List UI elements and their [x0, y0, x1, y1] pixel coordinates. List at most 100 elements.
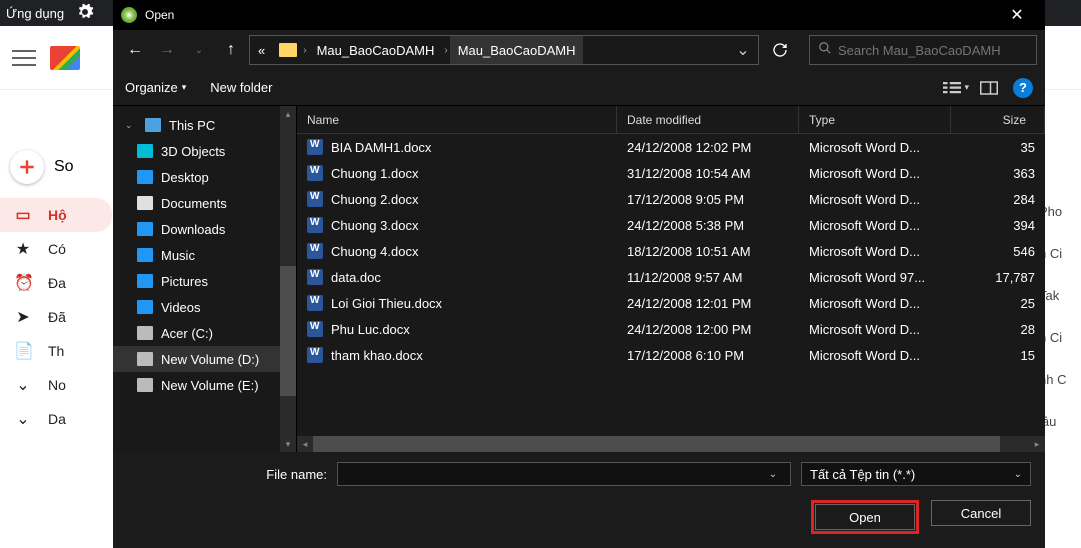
word-file-icon — [307, 321, 323, 337]
file-type-filter[interactable]: Tất cả Tệp tin (*.*) ⌄ — [801, 462, 1031, 486]
up-icon[interactable]: ↑ — [217, 36, 245, 64]
open-button[interactable]: Open — [815, 504, 915, 530]
back-icon[interactable]: ← — [121, 36, 149, 64]
file-row[interactable]: Chuong 3.docx24/12/2008 5:38 PMMicrosoft… — [297, 212, 1045, 238]
word-file-icon — [307, 139, 323, 155]
menu-icon[interactable] — [12, 50, 36, 66]
chevron-down-icon[interactable]: ▾ — [964, 82, 969, 93]
tree-item[interactable]: Acer (C:) — [113, 320, 296, 346]
tree-item-label: 3D Objects — [161, 144, 225, 159]
preview-pane-icon[interactable] — [979, 78, 999, 98]
scroll-right-icon[interactable]: ▸ — [1029, 439, 1045, 450]
file-row[interactable]: Phu Luc.docx24/12/2008 12:00 PMMicrosoft… — [297, 316, 1045, 342]
file-row[interactable]: tham khao.docx17/12/2008 6:10 PMMicrosof… — [297, 342, 1045, 368]
tree-item[interactable]: Documents — [113, 190, 296, 216]
chevron-right-icon[interactable]: › — [301, 45, 308, 56]
history-dropdown-icon[interactable]: ⌄ — [185, 36, 213, 64]
compose-button[interactable]: So — [10, 150, 112, 184]
close-icon[interactable]: ✕ — [997, 5, 1037, 25]
organize-menu[interactable]: Organize▾ — [125, 80, 186, 95]
gear-icon[interactable] — [76, 3, 94, 24]
breadcrumb-ellipsis[interactable]: « — [250, 36, 273, 64]
file-date: 18/12/2008 10:51 AM — [617, 244, 799, 259]
file-row[interactable]: Chuong 1.docx31/12/2008 10:54 AMMicrosof… — [297, 160, 1045, 186]
scroll-thumb[interactable] — [280, 266, 296, 396]
tree-item[interactable]: Videos — [113, 294, 296, 320]
file-row[interactable]: Chuong 2.docx17/12/2008 9:05 PMMicrosoft… — [297, 186, 1045, 212]
file-type: Microsoft Word D... — [799, 348, 951, 363]
filename-label: File name: — [127, 467, 327, 482]
chevron-right-icon[interactable]: › — [442, 45, 449, 56]
search-field[interactable] — [838, 43, 1028, 58]
tree-item-icon — [137, 274, 153, 288]
refresh-icon[interactable] — [763, 42, 797, 58]
horizontal-scrollbar[interactable]: ◂ ▸ — [297, 436, 1045, 452]
tree-item[interactable]: Pictures — [113, 268, 296, 294]
file-row[interactable]: BIA DAMH1.docx24/12/2008 12:02 PMMicroso… — [297, 134, 1045, 160]
tree-item[interactable]: 3D Objects — [113, 138, 296, 164]
tree-item[interactable]: New Volume (E:) — [113, 372, 296, 398]
column-size[interactable]: Size — [951, 106, 1045, 133]
word-file-icon — [307, 217, 323, 233]
file-type: Microsoft Word D... — [799, 322, 951, 337]
gmail-nav-item[interactable]: ★Có — [0, 232, 112, 266]
gmail-nav-item[interactable]: ▭Hộ — [0, 198, 112, 232]
file-row[interactable]: Chuong 4.docx18/12/2008 10:51 AMMicrosof… — [297, 238, 1045, 264]
view-options-icon[interactable] — [942, 78, 962, 98]
tree-item[interactable]: ⌄This PC — [113, 112, 296, 138]
file-size: 28 — [951, 322, 1045, 337]
dialog-titlebar[interactable]: Open ✕ — [113, 0, 1045, 30]
cancel-button[interactable]: Cancel — [931, 500, 1031, 526]
new-folder-button[interactable]: New folder — [210, 80, 272, 95]
word-file-icon — [307, 165, 323, 181]
file-type: Microsoft Word D... — [799, 140, 951, 155]
tree-item[interactable]: Music — [113, 242, 296, 268]
nav-icon: ➤ — [14, 307, 32, 327]
column-date[interactable]: Date modified — [617, 106, 799, 133]
filename-input[interactable]: ⌄ — [337, 462, 791, 486]
gmail-nav-item[interactable]: ⌄Da — [0, 402, 112, 436]
file-date: 17/12/2008 9:05 PM — [617, 192, 799, 207]
search-input[interactable] — [809, 35, 1037, 65]
navigation-tree[interactable]: ⌄This PC 3D Objects DesktopDocumentsDownlo… — [113, 106, 297, 452]
scroll-left-icon[interactable]: ◂ — [297, 439, 313, 450]
tree-item-icon — [145, 118, 161, 132]
help-icon[interactable]: ? — [1013, 78, 1033, 98]
tree-item[interactable]: Downloads — [113, 216, 296, 242]
file-row[interactable]: Loi Gioi Thieu.docx24/12/2008 12:01 PMMi… — [297, 290, 1045, 316]
tree-item[interactable]: Desktop — [113, 164, 296, 190]
file-type: Microsoft Word D... — [799, 244, 951, 259]
chevron-down-icon[interactable]: ⌄ — [762, 469, 784, 480]
gmail-nav-item[interactable]: ⌄No — [0, 368, 112, 402]
nav-icon: 📄 — [14, 341, 32, 361]
file-size: 546 — [951, 244, 1045, 259]
breadcrumb-part[interactable]: Mau_BaoCaoDAMH — [450, 36, 584, 64]
gmail-nav-item[interactable]: ⏰Đa — [0, 266, 112, 300]
scroll-up-icon[interactable]: ▴ — [280, 106, 296, 122]
scroll-thumb[interactable] — [313, 436, 1000, 452]
breadcrumb[interactable]: « › Mau_BaoCaoDAMH › Mau_BaoCaoDAMH ⌄ — [249, 35, 759, 65]
scroll-down-icon[interactable]: ▾ — [280, 436, 296, 452]
file-row[interactable]: data.doc11/12/2008 9:57 AMMicrosoft Word… — [297, 264, 1045, 290]
chevron-down-icon[interactable]: ⌄ — [125, 120, 137, 131]
word-file-icon — [307, 295, 323, 311]
tree-item-icon — [137, 144, 153, 158]
column-headers[interactable]: Name Date modified Type Size — [297, 106, 1045, 134]
forward-icon[interactable]: → — [153, 36, 181, 64]
file-type: Microsoft Word D... — [799, 218, 951, 233]
tree-item[interactable]: New Volume (D:) — [113, 346, 296, 372]
tree-scrollbar[interactable]: ▴ ▾ — [280, 106, 296, 452]
tree-item-label: New Volume (E:) — [161, 378, 259, 393]
file-type: Microsoft Word D... — [799, 166, 951, 181]
gmail-nav-item[interactable]: ➤Đã — [0, 300, 112, 334]
file-name: Phu Luc.docx — [331, 322, 410, 337]
breadcrumb-part[interactable]: Mau_BaoCaoDAMH — [309, 36, 443, 64]
apps-label[interactable]: Ứng dụng — [6, 6, 64, 21]
chevron-down-icon[interactable]: ⌄ — [728, 40, 758, 60]
gmail-nav-item[interactable]: 📄Th — [0, 334, 112, 368]
column-name[interactable]: Name — [297, 106, 617, 133]
chevron-down-icon[interactable]: ⌄ — [1014, 469, 1022, 480]
column-type[interactable]: Type — [799, 106, 951, 133]
tree-item-label: Acer (C:) — [161, 326, 213, 341]
tree-item-icon — [137, 170, 153, 184]
